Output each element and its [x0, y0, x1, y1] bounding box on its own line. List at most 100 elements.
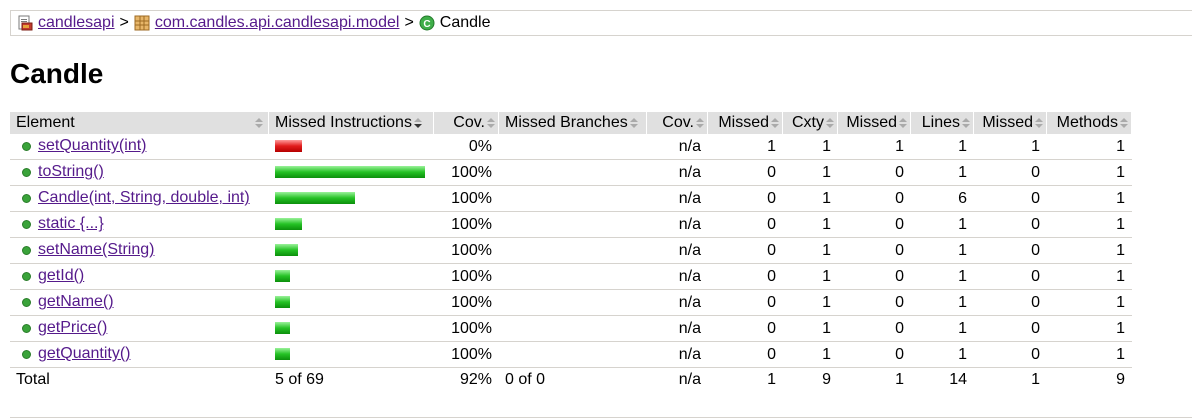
methods-cell: 1 [1046, 289, 1132, 316]
breadcrumb-project[interactable]: candlesapi [17, 14, 115, 32]
complexity-cell: 1 [782, 211, 838, 238]
header-complexity[interactable]: Cxty [782, 112, 838, 134]
element-cell: setQuantity(int) [10, 134, 269, 160]
cov-branches-cell: n/a [646, 211, 708, 238]
breadcrumb-project-link[interactable]: candlesapi [38, 14, 115, 32]
missed-branches-cell [498, 289, 647, 316]
breadcrumb-package[interactable]: com.candles.api.candlesapi.model [134, 14, 400, 32]
coverage-bar [275, 244, 298, 257]
total-complexity: 9 [782, 367, 838, 392]
element-link[interactable]: getId() [38, 267, 84, 285]
cov-instructions-cell: 100% [433, 289, 499, 316]
lines-cell: 1 [910, 315, 974, 342]
cov-branches-cell: n/a [646, 315, 708, 342]
cov-instructions-cell: 100% [433, 315, 499, 342]
complexity-cell: 1 [782, 263, 838, 290]
page-title: Candle [10, 58, 104, 89]
table-row: getName() 100% n/a 0 1 0 1 0 1 [10, 289, 1132, 316]
missed-instructions-cell [268, 237, 434, 264]
missed-lines-cell: 0 [837, 341, 911, 368]
element-link[interactable]: getQuantity() [38, 345, 130, 363]
lines-cell: 1 [910, 211, 974, 238]
complexity-cell: 1 [782, 237, 838, 264]
element-link[interactable]: Candle(int, String, double, int) [38, 189, 250, 207]
method-dot-icon [22, 297, 31, 307]
sort-arrows-icon [826, 117, 834, 128]
sort-descending-icon [413, 117, 422, 128]
header-cov-instructions[interactable]: Cov. [433, 112, 499, 134]
breadcrumb: candlesapi > com.candles.api.candlesapi.… [10, 10, 1192, 36]
missed-instructions-cell [268, 134, 434, 160]
header-missed-instructions[interactable]: Missed Instructions [268, 112, 434, 134]
header-missed-complexity[interactable]: Missed [707, 112, 783, 134]
complexity-cell: 1 [782, 134, 838, 160]
table-body: setQuantity(int) 0% n/a 1 1 1 1 1 1 toString() 100… [10, 134, 1132, 368]
element-link[interactable]: getPrice() [38, 319, 107, 337]
cov-instructions-cell: 100% [433, 159, 499, 186]
coverage-bar [275, 348, 290, 361]
table-row: setQuantity(int) 0% n/a 1 1 1 1 1 1 [10, 134, 1132, 160]
breadcrumb-separator: > [119, 14, 129, 31]
coverage-bar [275, 218, 302, 231]
methods-cell: 1 [1046, 185, 1132, 212]
header-methods[interactable]: Methods [1046, 112, 1132, 134]
header-missed-instructions-label: Missed Instructions [275, 114, 412, 131]
header-element-label: Element [16, 114, 75, 131]
missed-methods-cell: 1 [973, 134, 1047, 160]
element-cell: getId() [10, 263, 269, 290]
total-missed-methods: 1 [973, 367, 1047, 392]
complexity-cell: 1 [782, 185, 838, 212]
missed-methods-cell: 0 [973, 289, 1047, 316]
missed-branches-cell [498, 211, 647, 238]
breadcrumb-class: C Candle [419, 14, 491, 32]
total-label: Total [10, 367, 269, 392]
method-dot-icon [22, 167, 31, 177]
missed-methods-cell: 0 [973, 211, 1047, 238]
element-link[interactable]: setName(String) [38, 241, 154, 259]
element-link[interactable]: getName() [38, 293, 114, 311]
sort-arrows-icon [962, 117, 970, 128]
header-missed-branches[interactable]: Missed Branches [498, 112, 647, 134]
complexity-cell: 1 [782, 159, 838, 186]
total-missed-lines: 1 [837, 367, 911, 392]
header-missed-lines[interactable]: Missed [837, 112, 911, 134]
header-element[interactable]: Element [10, 112, 269, 134]
element-link[interactable]: setQuantity(int) [38, 137, 146, 155]
methods-cell: 1 [1046, 315, 1132, 342]
header-missed-methods-label: Missed [982, 114, 1033, 131]
cov-instructions-cell: 100% [433, 263, 499, 290]
lines-cell: 1 [910, 134, 974, 160]
total-missed-branches: 0 of 0 [498, 367, 647, 392]
element-link[interactable]: static {...} [38, 215, 104, 233]
missed-complexity-cell: 0 [707, 315, 783, 342]
sort-arrows-icon [487, 117, 495, 128]
missed-complexity-cell: 0 [707, 159, 783, 186]
method-dot-icon [22, 193, 31, 203]
breadcrumb-package-link[interactable]: com.candles.api.candlesapi.model [155, 14, 400, 32]
cov-branches-cell: n/a [646, 159, 708, 186]
header-missed-methods[interactable]: Missed [973, 112, 1047, 134]
missed-methods-cell: 0 [973, 237, 1047, 264]
element-link[interactable]: toString() [38, 163, 104, 181]
missed-lines-cell: 0 [837, 263, 911, 290]
missed-methods-cell: 0 [973, 263, 1047, 290]
missed-instructions-cell [268, 315, 434, 342]
element-cell: setName(String) [10, 237, 269, 264]
header-lines[interactable]: Lines [910, 112, 974, 134]
missed-complexity-cell: 0 [707, 185, 783, 212]
missed-complexity-cell: 0 [707, 237, 783, 264]
total-cov-instructions: 92% [433, 367, 499, 392]
missed-complexity-cell: 0 [707, 211, 783, 238]
lines-cell: 1 [910, 263, 974, 290]
footer-divider [10, 417, 1192, 418]
total-lines: 14 [910, 367, 974, 392]
breadcrumb-class-label: Candle [439, 14, 491, 31]
method-dot-icon [22, 349, 31, 359]
breadcrumb-separator: > [404, 14, 414, 31]
total-missed-instructions: 5 of 69 [268, 367, 434, 392]
methods-cell: 1 [1046, 159, 1132, 186]
coverage-table: Element Missed Instructions Cov. Missed … [10, 112, 1132, 392]
missed-methods-cell: 0 [973, 315, 1047, 342]
methods-cell: 1 [1046, 211, 1132, 238]
header-cov-branches[interactable]: Cov. [646, 112, 708, 134]
